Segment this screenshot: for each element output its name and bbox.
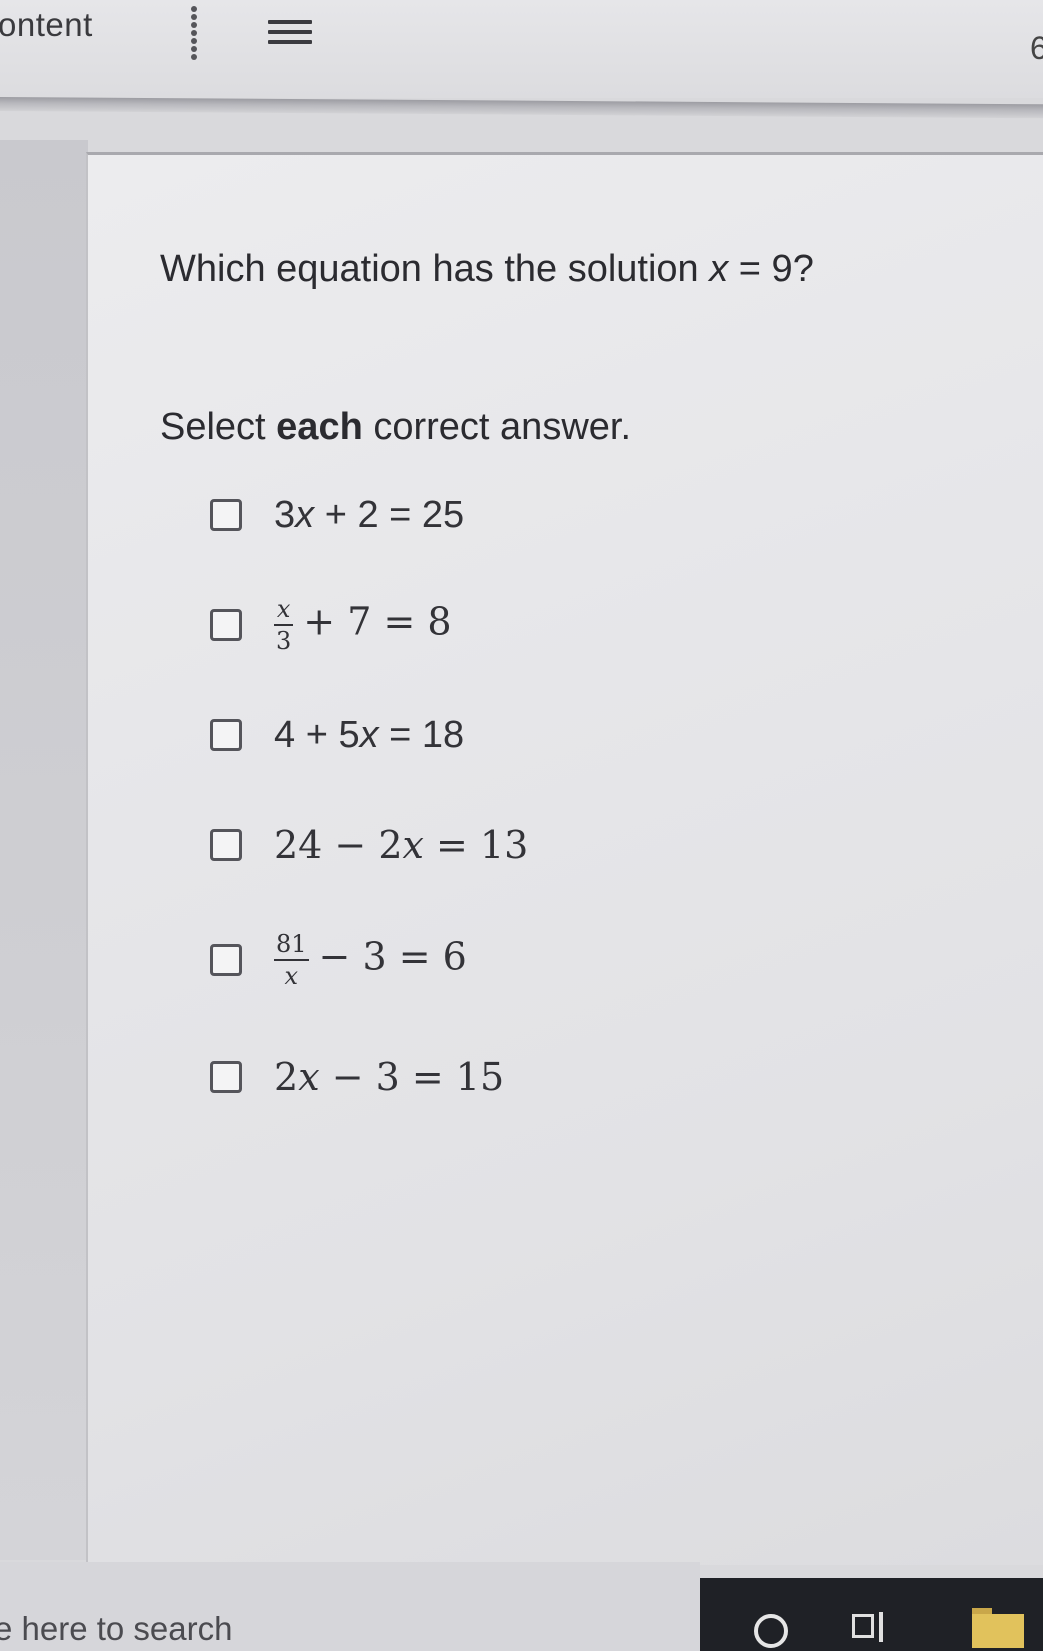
answer-checkbox-1[interactable]: [210, 499, 242, 531]
question-prefix: Which equation has the solution: [160, 248, 710, 290]
eq2-fraction: x3: [274, 595, 294, 655]
answer-equation-4: 24 − 2x = 13: [274, 823, 528, 867]
eq5-post: − 3 = 6: [318, 934, 467, 979]
instructions-bold: each: [276, 406, 363, 448]
answer-equation-6: 2x − 3 = 15: [274, 1055, 504, 1099]
left-gutter: [0, 140, 88, 1560]
answer-equation-1: 3x + 2 = 25: [274, 494, 464, 537]
answer-checkbox-3[interactable]: [210, 719, 242, 751]
eq6-var: x: [298, 1055, 320, 1099]
file-explorer-folder-icon[interactable]: [972, 1608, 1024, 1648]
answer-checkbox-5[interactable]: [210, 944, 242, 976]
question-suffix: = 9?: [728, 248, 814, 290]
eq5-fraction: 81 x: [274, 932, 309, 988]
instructions-after: correct answer.: [362, 406, 632, 448]
answer-checkbox-2[interactable]: [210, 609, 242, 641]
answer-option-2[interactable]: x 3 + 7 = 8: [210, 590, 452, 660]
taskbar: [700, 1578, 1043, 1651]
cortana-circle-icon[interactable]: [754, 1614, 788, 1648]
eq2-denominator: 3: [276, 627, 292, 655]
eq5-denominator: x: [284, 962, 299, 990]
taskbar-search-placeholder[interactable]: e here to search: [0, 1610, 232, 1648]
answer-checkbox-4[interactable]: [210, 829, 242, 861]
answer-option-5[interactable]: 81 x − 3 = 6: [210, 925, 467, 995]
answer-option-4[interactable]: 24 − 2x = 13: [210, 810, 528, 880]
eq1-post: + 2 = 25: [314, 493, 465, 536]
eq4-pre: 24 − 2: [274, 823, 403, 867]
eq1-var: x: [295, 493, 315, 536]
eq2-post: + 7 = 8: [303, 599, 452, 644]
answer-option-1[interactable]: 3x + 2 = 25: [210, 480, 464, 550]
answer-equation-2: x 3 + 7 = 8: [274, 597, 452, 653]
hamburger-menu-icon[interactable]: [268, 20, 312, 44]
eq3-pre: 4 + 5: [274, 713, 360, 756]
toolbar-divider: [0, 97, 1043, 119]
eq6-post: − 3 = 15: [319, 1055, 505, 1099]
answer-checkbox-6[interactable]: [210, 1061, 242, 1093]
top-toolbar: ontent 6: [0, 0, 1043, 98]
kebab-icon[interactable]: [188, 6, 200, 60]
eq3-post: = 18: [378, 713, 465, 756]
eq5-numerator: 81: [276, 930, 307, 958]
answer-option-3[interactable]: 4 + 5x = 18: [210, 700, 464, 770]
question-variable: x: [709, 248, 729, 290]
eq2-numerator: x: [276, 595, 291, 623]
eq6-pre: 2: [274, 1055, 299, 1099]
toolbar-content-label[interactable]: ontent: [0, 6, 93, 44]
instructions-before: Select: [160, 406, 277, 448]
question-text: Which equation has the solution x = 9?: [160, 248, 814, 291]
answer-option-6[interactable]: 2x − 3 = 15: [210, 1042, 504, 1112]
eq4-var: x: [402, 823, 424, 867]
answer-equation-3: 4 + 5x = 18: [274, 714, 464, 757]
eq1-pre: 3: [274, 493, 296, 536]
toolbar-edge-glyph: 6: [1030, 30, 1043, 66]
eq3-var: x: [359, 713, 379, 756]
eq4-post: = 13: [423, 823, 529, 867]
task-view-icon[interactable]: [852, 1608, 886, 1644]
answer-equation-5: 81 x − 3 = 6: [274, 932, 467, 988]
instructions-text: Select each correct answer.: [160, 406, 631, 449]
